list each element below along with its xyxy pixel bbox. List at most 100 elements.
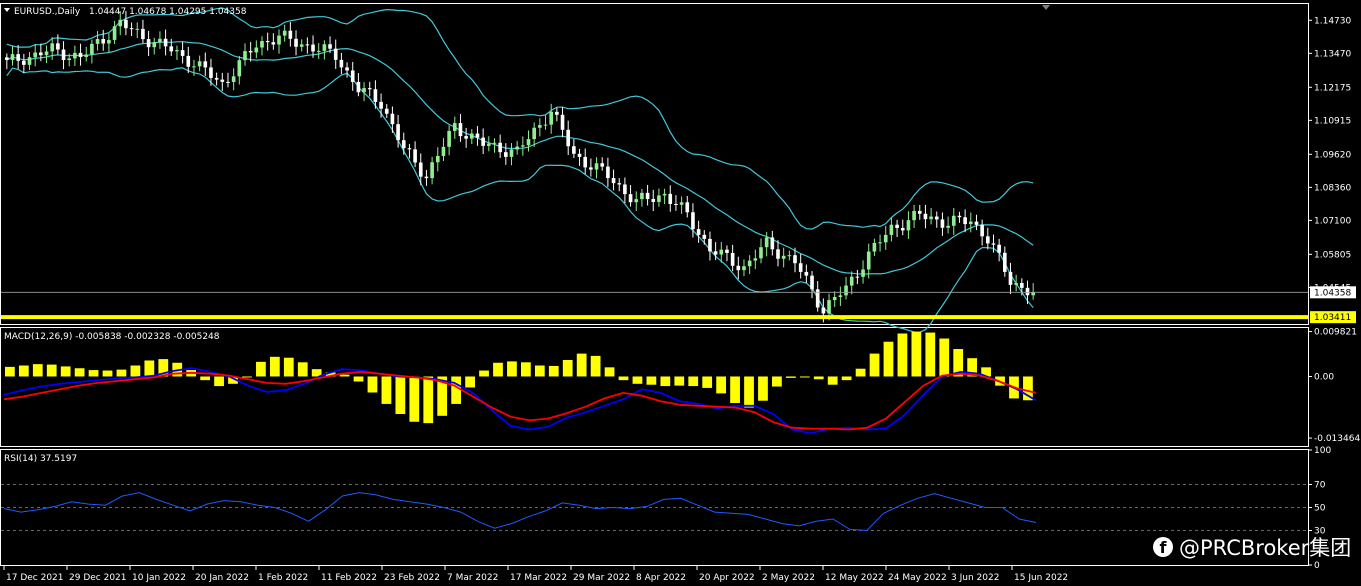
macd-histogram-bar [702, 376, 713, 388]
candle-body [662, 193, 667, 196]
candle-body [498, 142, 502, 153]
candle-body [708, 238, 712, 252]
candle-body [186, 55, 191, 67]
macd-histogram-bar [925, 332, 936, 377]
candle-body [367, 88, 372, 90]
candle-body [515, 146, 519, 150]
candle-body [401, 140, 406, 149]
candle-body [175, 50, 179, 52]
candle-body [214, 77, 219, 80]
candle-body [158, 38, 162, 43]
candle-body [118, 19, 123, 27]
macd-histogram-bar [242, 376, 252, 378]
candle-body [316, 50, 321, 52]
macd-histogram-bar [660, 376, 671, 387]
candle-body [231, 76, 236, 82]
candle-body [934, 216, 939, 220]
candle-body [464, 136, 468, 139]
candle-body [753, 258, 758, 261]
candle-body [390, 113, 395, 125]
candle-body [67, 58, 72, 61]
price-tick-label: 1.07100 [1314, 216, 1351, 226]
candle-body [469, 133, 474, 139]
candle-body [107, 39, 111, 44]
candle-body [73, 52, 77, 59]
candle-body [1031, 292, 1035, 296]
candle-body [742, 266, 746, 271]
x-tick-label: 20 Apr 2022 [699, 573, 755, 583]
candle-body [951, 215, 956, 226]
candle-body [5, 57, 9, 60]
macd-tick-label: -0.013464 [1314, 434, 1360, 444]
candle-body [407, 148, 412, 150]
macd-histogram-bar [841, 376, 852, 381]
trading-chart[interactable]: 1.14730 1.13470 1.12175 1.10915 1.09620 1.083… [0, 0, 1361, 586]
macd-histogram-bar [479, 370, 489, 377]
candle-body [356, 81, 361, 93]
macd-tick-label: 0.00 [1314, 372, 1334, 382]
macd-histogram-bar [799, 376, 810, 378]
candle-body [827, 300, 831, 314]
candle-body [679, 202, 684, 205]
candle-body [1014, 283, 1018, 285]
candle-body [997, 244, 1001, 253]
candle-body [668, 193, 673, 204]
candle-body [197, 61, 202, 67]
candle-body [384, 108, 389, 114]
macd-histogram-bar [102, 370, 113, 377]
candle-body [1020, 283, 1024, 288]
macd-histogram-bar [451, 376, 462, 404]
rsi-tick-label: 50 [1314, 504, 1326, 514]
macd-histogram-bar [507, 361, 517, 377]
candle-body [617, 183, 622, 185]
candle-body [16, 54, 20, 61]
candle-body [985, 236, 990, 244]
x-tick-label: 24 May 2022 [888, 573, 947, 583]
macd-histogram-bar [367, 376, 378, 393]
candle-body [112, 26, 117, 40]
candle-body [623, 184, 627, 195]
candle-body [844, 285, 848, 296]
macd-histogram-bar [869, 353, 880, 377]
x-tick-label: 10 Jan 2022 [132, 573, 186, 583]
candle-body [764, 237, 769, 248]
candle-body [169, 46, 174, 52]
price-tick-label: 1.09620 [1314, 150, 1351, 160]
candle-body [146, 39, 151, 48]
macd-histogram-bar [130, 365, 141, 377]
candle-body [50, 43, 55, 52]
x-tick-label: 12 May 2022 [825, 573, 884, 583]
x-tick-label: 8 Apr 2022 [636, 573, 686, 583]
macd-histogram-bar [339, 374, 350, 377]
symbol-label: EURUSD.,Daily [14, 7, 81, 17]
candle-body [532, 127, 536, 140]
macd-histogram-bar [813, 376, 824, 380]
candle-body [163, 38, 168, 47]
rsi-tick-label: 0 [1314, 561, 1320, 571]
candle-body [589, 167, 593, 170]
facebook-icon: f [1153, 537, 1173, 557]
candle-body [61, 49, 66, 61]
candle-body [526, 139, 531, 146]
macd-histogram-bar [521, 362, 531, 377]
candle-body [475, 133, 480, 138]
candle-body [237, 60, 242, 77]
candle-body [441, 146, 446, 156]
candle-body [719, 249, 724, 255]
candle-body [95, 38, 100, 44]
candle-body [702, 234, 707, 239]
x-tick-label: 20 Jan 2022 [195, 573, 249, 583]
macd-histogram-bar [5, 366, 15, 377]
candle-body [486, 143, 491, 146]
candle-body [900, 227, 905, 231]
candle-body [946, 225, 950, 228]
candle-body [311, 44, 315, 52]
candle-body [373, 89, 378, 102]
candle-body [730, 252, 735, 266]
candle-body [288, 30, 293, 39]
candle-body [350, 70, 355, 82]
candle-body [413, 149, 417, 163]
candle-body [974, 221, 979, 225]
candle-body [458, 123, 463, 137]
candle-body [84, 54, 89, 57]
